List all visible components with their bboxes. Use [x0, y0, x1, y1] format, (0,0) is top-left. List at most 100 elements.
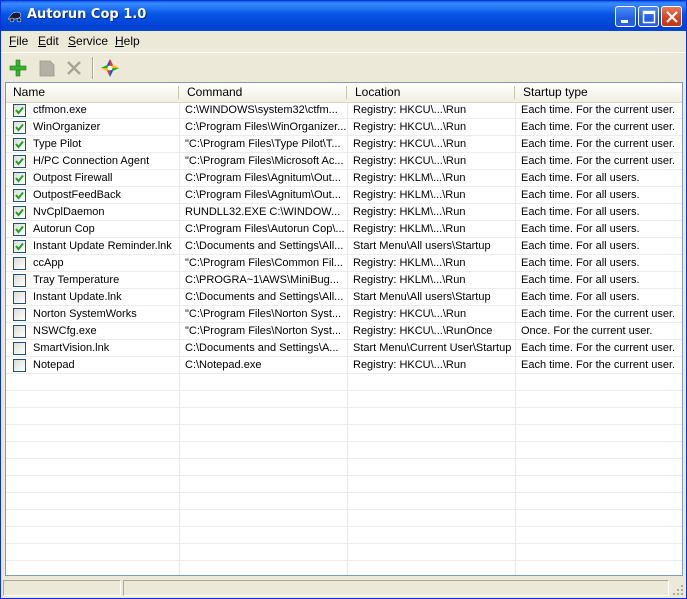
cell-name: H/PC Connection Agent: [33, 155, 150, 167]
properties-button[interactable]: [36, 57, 58, 79]
enabled-checkbox[interactable]: [13, 138, 26, 151]
table-row[interactable]: Instant Update.lnk C:\Documents and Setti…: [6, 289, 682, 306]
column-divider[interactable]: [178, 86, 179, 99]
table-row[interactable]: SmartVision.lnk C:\Documents and Settings…: [6, 340, 682, 357]
maximize-button[interactable]: [638, 6, 659, 27]
enabled-checkbox[interactable]: [13, 223, 26, 236]
enabled-checkbox[interactable]: [13, 291, 26, 304]
enabled-checkbox[interactable]: [13, 189, 26, 202]
table-row[interactable]: Tray Temperature C:\PROGRA~1\AWS\MiniBug.…: [6, 272, 682, 289]
cell-startup: Each time. For all users.: [521, 257, 640, 269]
minimize-icon: [621, 20, 628, 23]
enabled-checkbox[interactable]: [13, 274, 26, 287]
enabled-checkbox[interactable]: [13, 342, 26, 355]
add-icon: [9, 59, 27, 77]
checkmark-icon: [15, 123, 24, 132]
table-row[interactable]: Type Pilot "C:\Program Files\Type Pilot\T…: [6, 136, 682, 153]
cell-name: ctfmon.exe: [33, 104, 87, 116]
column-header-location[interactable]: Location: [348, 83, 514, 102]
enabled-checkbox[interactable]: [13, 240, 26, 253]
close-button[interactable]: [661, 6, 682, 27]
checkmark-icon: [15, 157, 24, 166]
cell-startup: Each time. For all users.: [521, 206, 640, 218]
table-row[interactable]: NSWCfg.exe "C:\Program Files\Norton Syst.…: [6, 323, 682, 340]
table-row[interactable]: Notepad C:\Notepad.exe Registry: HKCU\...\…: [6, 357, 682, 374]
cell-location: Start Menu\Current User\Startup: [353, 342, 512, 354]
menu-service[interactable]: Service: [68, 34, 108, 48]
resize-grip-icon[interactable]: [672, 584, 684, 596]
table-row[interactable]: OutpostFeedBack C:\Program Files\Agnitum\…: [6, 187, 682, 204]
cell-command: "C:\Program Files\Type Pilot\T...: [185, 138, 341, 150]
delete-icon: [67, 61, 81, 75]
delete-button[interactable]: [63, 57, 85, 79]
enabled-checkbox[interactable]: [13, 104, 26, 117]
cell-name: NSWCfg.exe: [33, 325, 97, 337]
menu-file[interactable]: File: [9, 34, 28, 48]
cell-name: Outpost Firewall: [33, 172, 113, 184]
maximize-icon: [642, 10, 656, 24]
cell-command: C:\Program Files\WinOrganizer...: [185, 121, 346, 133]
menu-help[interactable]: Help: [115, 34, 140, 48]
table-row[interactable]: ctfmon.exe C:\WINDOWS\system32\ctfm... Reg…: [6, 102, 682, 119]
enabled-checkbox[interactable]: [13, 121, 26, 134]
cell-command: C:\PROGRA~1\AWS\MiniBug...: [185, 274, 339, 286]
autorun-list[interactable]: Name Command Location Startup type ctfmo…: [5, 82, 683, 576]
title-bar[interactable]: Autorun Cop 1.0: [1, 1, 686, 31]
window-title: Autorun Cop 1.0: [27, 7, 147, 22]
enabled-checkbox[interactable]: [13, 206, 26, 219]
cell-startup: Each time. For the current user.: [521, 138, 676, 150]
cell-location: Registry: HKLM\...\Run: [353, 172, 466, 184]
autorun-cop-button[interactable]: [99, 57, 121, 79]
status-pane-1: [3, 580, 121, 596]
table-row[interactable]: Instant Update Reminder.lnk C:\Documents …: [6, 238, 682, 255]
cell-startup: Each time. For the current user.: [521, 104, 676, 116]
enabled-checkbox[interactable]: [13, 257, 26, 270]
cell-startup: Each time. For all users.: [521, 274, 640, 286]
menu-edit[interactable]: Edit: [38, 34, 59, 48]
cell-name: Tray Temperature: [33, 274, 120, 286]
enabled-checkbox[interactable]: [13, 325, 26, 338]
table-row[interactable]: Norton SystemWorks "C:\Program Files\Nort…: [6, 306, 682, 323]
row-grid-line: [6, 560, 682, 561]
table-row[interactable]: Outpost Firewall C:\Program Files\Agnitum…: [6, 170, 682, 187]
enabled-checkbox[interactable]: [13, 155, 26, 168]
cell-location: Registry: HKLM\...\Run: [353, 223, 466, 235]
minimize-button[interactable]: [615, 6, 636, 27]
column-header-name[interactable]: Name: [6, 83, 178, 102]
cell-name: Instant Update.lnk: [33, 291, 122, 303]
table-row[interactable]: WinOrganizer C:\Program Files\WinOrganize…: [6, 119, 682, 136]
cell-name: OutpostFeedBack: [33, 189, 122, 201]
cell-command: C:\Program Files\Autorun Cop\...: [185, 223, 345, 235]
checkmark-icon: [15, 140, 24, 149]
status-pane-2: [123, 580, 669, 596]
cell-command: RUNDLL32.EXE C:\WINDOW...: [185, 206, 341, 218]
cell-startup: Each time. For all users.: [521, 189, 640, 201]
table-row[interactable]: NvCplDaemon RUNDLL32.EXE C:\WINDOW... Regi…: [6, 204, 682, 221]
close-icon: [666, 11, 678, 23]
cell-command: C:\Documents and Settings\All...: [185, 240, 344, 252]
checkmark-icon: [15, 191, 24, 200]
cell-command: "C:\Program Files\Norton Syst...: [185, 325, 342, 337]
checkmark-icon: [15, 225, 24, 234]
table-row[interactable]: Autorun Cop C:\Program Files\Autorun Cop\…: [6, 221, 682, 238]
cell-command: C:\Program Files\Agnitum\Out...: [185, 172, 341, 184]
row-grid-line: [6, 458, 682, 459]
column-header-command[interactable]: Command: [180, 83, 346, 102]
cell-name: SmartVision.lnk: [33, 342, 110, 354]
app-icon: [7, 11, 22, 23]
column-divider[interactable]: [514, 86, 515, 99]
cell-name: WinOrganizer: [33, 121, 101, 133]
enabled-checkbox[interactable]: [13, 308, 26, 321]
table-row[interactable]: H/PC Connection Agent "C:\Program Files\M…: [6, 153, 682, 170]
add-button[interactable]: [7, 57, 29, 79]
table-row[interactable]: ccApp "C:\Program Files\Common Fil... Regi…: [6, 255, 682, 272]
column-header-startup-type[interactable]: Startup type: [516, 83, 682, 102]
row-grid-line: [6, 475, 682, 476]
cell-location: Registry: HKLM\...\Run: [353, 257, 466, 269]
cell-location: Registry: HKCU\...\Run: [353, 359, 467, 371]
enabled-checkbox[interactable]: [13, 172, 26, 185]
properties-icon: [39, 60, 55, 77]
column-divider[interactable]: [346, 86, 347, 99]
enabled-checkbox[interactable]: [13, 359, 26, 372]
cell-location: Registry: HKLM\...\Run: [353, 206, 466, 218]
